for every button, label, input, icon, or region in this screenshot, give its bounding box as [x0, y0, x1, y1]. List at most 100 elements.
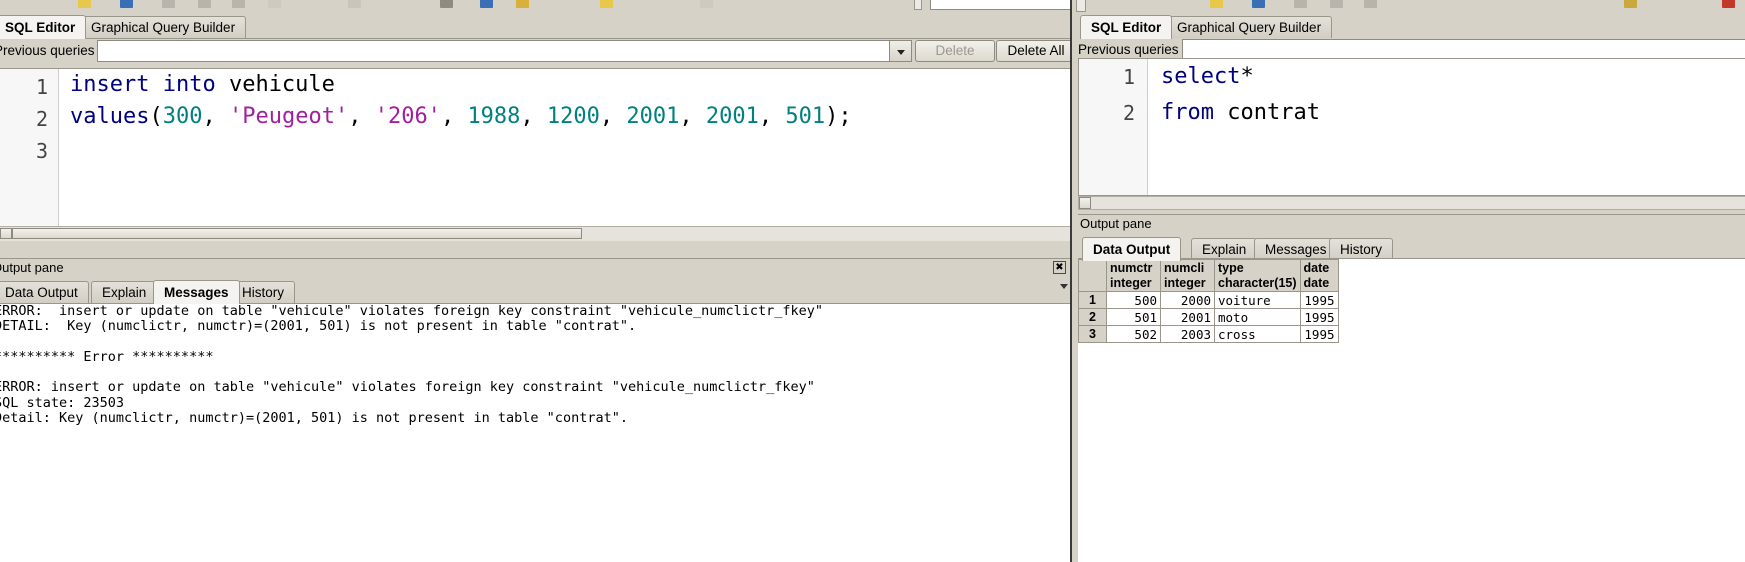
output-collapse-icon[interactable] — [1058, 277, 1070, 295]
messages-text: ERROR: insert or update on table "vehicu… — [0, 304, 824, 427]
stop-icon[interactable] — [516, 0, 529, 8]
code-token: , — [520, 104, 547, 129]
sql-code-left[interactable]: insert into vehicule values(300, 'Peugeot… — [70, 69, 852, 165]
table-cell[interactable]: 2001 — [1160, 308, 1215, 326]
tab-graphical-query-builder[interactable]: Graphical Query Builder — [80, 16, 247, 38]
table-cell[interactable]: moto — [1214, 308, 1301, 326]
table-cell[interactable]: cross — [1214, 325, 1301, 343]
cut-icon[interactable] — [162, 0, 175, 8]
output-tab-messages[interactable]: Messages — [1254, 238, 1338, 260]
table-row[interactable]: 1 500 2000 voiture 1995 — [1078, 291, 1339, 309]
left-tabstrip: SQL Editor Graphical Query Builder — [0, 12, 1070, 39]
previous-queries-combo[interactable] — [97, 40, 912, 62]
table-row[interactable]: 3 502 2003 cross 1995 — [1078, 325, 1339, 343]
tab-label: Graphical Query Builder — [91, 20, 236, 35]
output-tab-history[interactable]: History — [1329, 238, 1394, 260]
line-number-gutter: 1 2 3 — [0, 69, 59, 241]
code-token: ); — [825, 104, 852, 129]
table-cell[interactable]: 1995 — [1299, 325, 1339, 343]
editor-hscrollbar-left[interactable] — [0, 226, 1070, 241]
toolbar-more-icon[interactable] — [700, 0, 713, 8]
row-number[interactable]: 1 — [1078, 291, 1107, 309]
tab-sql-editor[interactable]: SQL Editor — [0, 15, 87, 39]
scroll-left-arrow[interactable] — [1079, 197, 1091, 209]
paste-icon[interactable] — [1364, 0, 1377, 8]
hscroll-thumb[interactable] — [12, 228, 582, 239]
output-pane-title: Output pane — [0, 260, 64, 275]
data-output-grid[interactable]: numctr integer numcli integer type character(… — [1078, 258, 1745, 562]
output-tab-history[interactable]: History — [231, 281, 296, 303]
table-cell[interactable]: voiture — [1214, 291, 1301, 309]
output-tab-messages[interactable]: Messages — [153, 280, 240, 304]
delete-button[interactable]: Delete — [915, 40, 995, 62]
toolbar-spinner[interactable] — [914, 0, 922, 10]
left-query-window: SQL Editor Graphical Query Builder Previ… — [0, 12, 1070, 562]
table-cell[interactable]: 502 — [1106, 325, 1161, 343]
copy-icon[interactable] — [198, 0, 211, 8]
copy-icon[interactable] — [1330, 0, 1343, 8]
code-token: 300 — [162, 104, 203, 129]
code-token: insert into — [70, 72, 229, 97]
clear-icon[interactable] — [268, 0, 281, 8]
table-cell[interactable]: 501 — [1106, 308, 1161, 326]
messages-output-area[interactable]: ERROR: insert or update on table "vehicu… — [0, 304, 1070, 562]
column-header[interactable]: date date — [1299, 259, 1339, 292]
code-token: , — [758, 104, 786, 129]
open-file-icon[interactable] — [1210, 0, 1223, 8]
explain-icon[interactable] — [480, 0, 493, 8]
table-cell[interactable]: 2003 — [1160, 325, 1215, 343]
row-number[interactable]: 2 — [1078, 308, 1107, 326]
right-spinner-icon[interactable] — [1076, 0, 1086, 12]
column-header[interactable]: type character(15) — [1214, 259, 1301, 292]
line-number: 2 — [1122, 101, 1135, 125]
column-name: type — [1218, 261, 1244, 275]
paste-icon[interactable] — [232, 0, 245, 8]
open-file-icon[interactable] — [78, 0, 91, 8]
code-token: ( — [149, 104, 163, 129]
column-header[interactable]: numcli integer — [1160, 259, 1215, 292]
tab-sql-editor[interactable]: SQL Editor — [1080, 15, 1173, 39]
sql-code-right[interactable]: select* from contrat — [1161, 59, 1320, 131]
row-number[interactable]: 3 — [1078, 325, 1107, 343]
table-cell[interactable]: 500 — [1106, 291, 1161, 309]
chevron-down-icon[interactable] — [889, 41, 911, 61]
code-token: 'Peugeot' — [228, 104, 349, 129]
execute-icon[interactable] — [440, 0, 453, 8]
code-token: 2001 — [626, 104, 680, 129]
output-tab-data-output[interactable]: Data Output — [0, 281, 89, 303]
table-cell[interactable]: 2000 — [1160, 291, 1215, 309]
column-header[interactable]: numctr integer — [1106, 259, 1161, 292]
right-query-window: SQL Editor Graphical Query Builder Previ… — [1070, 0, 1745, 562]
code-token: , — [679, 104, 706, 129]
tab-label: SQL Editor — [1091, 20, 1162, 35]
execute-icon[interactable] — [1624, 0, 1637, 8]
code-token: , — [348, 104, 375, 129]
cut-icon[interactable] — [1294, 0, 1307, 8]
tab-graphical-query-builder[interactable]: Graphical Query Builder — [1166, 16, 1333, 38]
sql-editor-right[interactable]: 1 2 select* from contrat — [1078, 58, 1745, 196]
output-tab-explain[interactable]: Explain — [91, 281, 158, 303]
sql-editor-left[interactable]: 1 2 3 insert into vehicule values(300, 'P… — [0, 68, 1070, 241]
output-pane-header-right: Output pane — [1078, 214, 1745, 233]
export-icon[interactable] — [600, 0, 613, 8]
code-token: values — [70, 104, 150, 129]
close-icon[interactable]: ✖ — [1053, 261, 1066, 274]
scroll-left-arrow[interactable] — [0, 228, 12, 239]
delete-all-button[interactable]: Delete All — [996, 40, 1070, 62]
code-token: , — [202, 104, 229, 129]
previous-queries-row: Previous queries Delete Delete All — [0, 39, 1070, 63]
editor-hscrollbar-right[interactable] — [1078, 196, 1745, 210]
column-type: date — [1303, 276, 1330, 290]
find-icon[interactable] — [348, 0, 361, 8]
table-cell[interactable]: 1995 — [1299, 291, 1339, 309]
code-token: '206' — [374, 104, 441, 129]
stop-icon[interactable] — [1722, 0, 1735, 8]
table-cell[interactable]: 1995 — [1299, 308, 1339, 326]
save-file-icon[interactable] — [1252, 0, 1265, 8]
output-tab-explain[interactable]: Explain — [1191, 238, 1258, 260]
save-file-icon[interactable] — [120, 0, 133, 8]
code-token: select — [1161, 64, 1241, 89]
output-tab-data-output[interactable]: Data Output — [1082, 237, 1182, 261]
column-type: integer — [1110, 276, 1152, 290]
table-row[interactable]: 2 501 2001 moto 1995 — [1078, 308, 1339, 326]
